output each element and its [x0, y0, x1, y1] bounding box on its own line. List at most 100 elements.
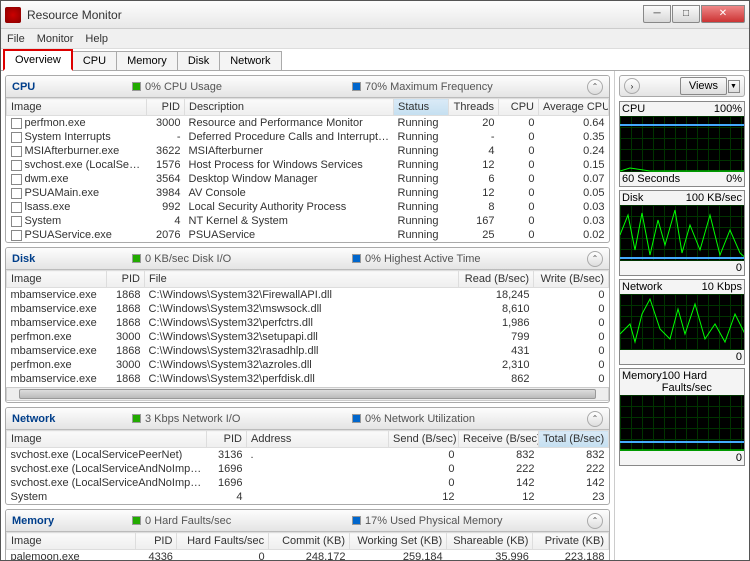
collapse-icon[interactable]: ⌃	[587, 79, 603, 95]
memory-header[interactable]: Memory 0 Hard Faults/sec 17% Used Physic…	[6, 510, 609, 532]
col-send[interactable]: Send (B/sec)	[389, 431, 459, 448]
horizontal-scrollbar[interactable]	[6, 387, 609, 401]
mem-table: Image PID Hard Faults/sec Commit (KB) Wo…	[6, 532, 609, 560]
checkbox[interactable]	[11, 202, 22, 213]
col-avg[interactable]: Average CPU	[539, 99, 609, 116]
checkbox[interactable]	[11, 160, 22, 171]
col-image[interactable]: Image	[7, 431, 207, 448]
table-row[interactable]: perfmon.exe3000C:\Windows\System32\setup…	[7, 330, 609, 344]
col-threads[interactable]: Threads	[449, 99, 499, 116]
col-cpu[interactable]: CPU	[499, 99, 539, 116]
table-row[interactable]: svchost.exe (LocalServiceNoNetwork)1576H…	[7, 158, 609, 172]
table-row[interactable]: mbamservice.exe1868C:\Windows\System32\r…	[7, 344, 609, 358]
views-dropdown-icon[interactable]: ▼	[728, 80, 740, 93]
col-recv[interactable]: Receive (B/sec)	[459, 431, 539, 448]
col-desc[interactable]: Description	[185, 99, 394, 116]
menu-help[interactable]: Help	[85, 33, 108, 45]
checkbox[interactable]	[11, 216, 22, 227]
table-row[interactable]: mbamservice.exe1868C:\Windows\System32\p…	[7, 372, 609, 386]
col-share[interactable]: Shareable (KB)	[447, 533, 533, 550]
col-status[interactable]: Status	[394, 99, 449, 116]
col-hf[interactable]: Hard Faults/sec	[177, 533, 269, 550]
maximize-button[interactable]: □	[672, 5, 700, 23]
col-priv[interactable]: Private (KB)	[533, 533, 609, 550]
memory-graph: Memory100 Hard Faults/sec 0	[619, 368, 745, 466]
table-row[interactable]: System Interrupts-Deferred Procedure Cal…	[7, 130, 609, 144]
checkbox[interactable]	[11, 132, 22, 143]
checkbox[interactable]	[11, 174, 22, 185]
cpu-usage-stat: 0% CPU Usage	[145, 81, 222, 93]
table-row[interactable]: System4NT Kernel & SystemRunning16700.03	[7, 214, 609, 228]
col-image[interactable]: Image	[7, 99, 147, 116]
checkbox[interactable]	[11, 230, 22, 241]
cpu-table: Image PID Description Status Threads CPU…	[6, 98, 609, 242]
tab-memory[interactable]: Memory	[116, 51, 178, 70]
app-icon	[5, 7, 21, 23]
col-ws[interactable]: Working Set (KB)	[350, 533, 447, 550]
net-io-stat: 3 Kbps Network I/O	[145, 413, 240, 425]
collapse-icon[interactable]: ⌃	[587, 251, 603, 267]
col-pid[interactable]: PID	[207, 431, 247, 448]
table-row[interactable]: lsass.exe992Local Security Authority Pro…	[7, 200, 609, 214]
col-total[interactable]: Total (B/sec)	[539, 431, 609, 448]
network-header[interactable]: Network 3 Kbps Network I/O 0% Network Ut…	[6, 408, 609, 430]
table-row[interactable]: dwm.exe3564Desktop Window ManagerRunning…	[7, 172, 609, 186]
menu-file[interactable]: File	[7, 33, 25, 45]
disk-header[interactable]: Disk 0 KB/sec Disk I/O 0% Highest Active…	[6, 248, 609, 270]
network-graph: Network10 Kbps 0	[619, 279, 745, 365]
col-pid[interactable]: PID	[107, 271, 145, 288]
memory-section: Memory 0 Hard Faults/sec 17% Used Physic…	[5, 509, 610, 560]
menu-monitor[interactable]: Monitor	[37, 33, 74, 45]
table-row[interactable]: svchost.exe (LocalServiceAndNoImpersonat…	[7, 462, 609, 476]
checkbox[interactable]	[11, 146, 22, 157]
table-row[interactable]: svchost.exe (LocalServicePeerNet)3136.08…	[7, 448, 609, 463]
col-write[interactable]: Write (B/sec)	[534, 271, 609, 288]
menubar: File Monitor Help	[1, 29, 749, 49]
table-row[interactable]: mbamservice.exe1868C:\Windows\System32\p…	[7, 316, 609, 330]
cpu-header[interactable]: CPU 0% CPU Usage 70% Maximum Frequency ⌃	[6, 76, 609, 98]
expand-icon[interactable]: ›	[624, 78, 640, 94]
col-read[interactable]: Read (B/sec)	[459, 271, 534, 288]
mem-used-stat: 17% Used Physical Memory	[365, 515, 503, 527]
tab-network[interactable]: Network	[219, 51, 281, 70]
tab-cpu[interactable]: CPU	[72, 51, 117, 70]
collapse-icon[interactable]: ⌃	[587, 513, 603, 529]
disk-io-stat: 0 KB/sec Disk I/O	[145, 253, 231, 265]
col-addr[interactable]: Address	[247, 431, 389, 448]
views-button[interactable]: Views	[680, 77, 727, 95]
collapse-icon[interactable]: ⌃	[587, 411, 603, 427]
col-pid[interactable]: PID	[147, 99, 185, 116]
col-image[interactable]: Image	[7, 271, 107, 288]
disk-section: Disk 0 KB/sec Disk I/O 0% Highest Active…	[5, 247, 610, 403]
close-button[interactable]: ✕	[701, 5, 745, 23]
cpu-freq-stat: 70% Maximum Frequency	[365, 81, 493, 93]
tab-disk[interactable]: Disk	[177, 51, 220, 70]
table-row[interactable]: mbamservice.exe1868C:\Windows\System32\F…	[7, 288, 609, 303]
col-file[interactable]: File	[145, 271, 459, 288]
table-row[interactable]: perfmon.exe3000C:\Windows\System32\azrol…	[7, 358, 609, 372]
resource-monitor-window: Resource Monitor ─ □ ✕ File Monitor Help…	[0, 0, 750, 561]
net-table: Image PID Address Send (B/sec) Receive (…	[6, 430, 609, 504]
titlebar[interactable]: Resource Monitor ─ □ ✕	[1, 1, 749, 29]
table-row[interactable]: svchost.exe (LocalServiceAndNoImpersonat…	[7, 476, 609, 490]
table-row[interactable]: palemoon.exe43360248,172259,18435,996223…	[7, 550, 609, 561]
left-pane: CPU 0% CPU Usage 70% Maximum Frequency ⌃…	[1, 71, 614, 560]
table-row[interactable]: mbamservice.exe1868C:\Windows\System32\m…	[7, 302, 609, 316]
table-row[interactable]: perfmon.exe3000Resource and Performance …	[7, 116, 609, 131]
disk-title: Disk	[12, 253, 132, 265]
col-commit[interactable]: Commit (KB)	[269, 533, 350, 550]
minimize-button[interactable]: ─	[643, 5, 671, 23]
table-row[interactable]: PSUAMain.exe3984AV ConsoleRunning1200.05	[7, 186, 609, 200]
col-image[interactable]: Image	[7, 533, 136, 550]
checkbox[interactable]	[11, 188, 22, 199]
table-row[interactable]: System4121223	[7, 490, 609, 504]
window-title: Resource Monitor	[27, 8, 643, 22]
col-pid[interactable]: PID	[136, 533, 177, 550]
cpu-title: CPU	[12, 81, 132, 93]
network-section: Network 3 Kbps Network I/O 0% Network Ut…	[5, 407, 610, 505]
checkbox[interactable]	[11, 118, 22, 129]
table-row[interactable]: MSIAfterburner.exe3622MSIAfterburnerRunn…	[7, 144, 609, 158]
tab-overview[interactable]: Overview	[3, 49, 73, 71]
disk-active-stat: 0% Highest Active Time	[365, 253, 481, 265]
table-row[interactable]: PSUAService.exe2076PSUAServiceRunning250…	[7, 228, 609, 242]
